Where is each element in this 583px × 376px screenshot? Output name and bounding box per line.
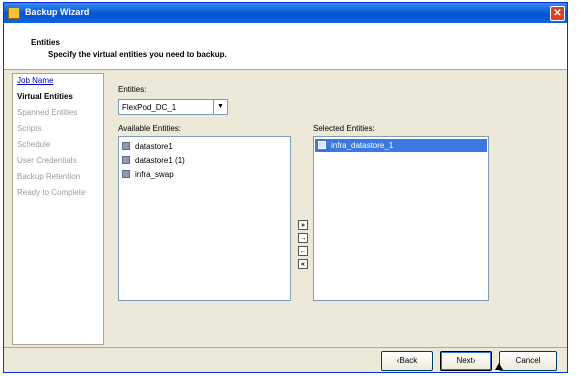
available-entities-list[interactable]: datastore1 datastore1 (1) infra_swap [118,136,291,301]
close-icon: ✕ [553,8,562,19]
double-left-arrow-icon: « [301,261,305,268]
footer-divider [4,347,567,348]
wizard-header: Entities Specify the virtual entities yo… [4,23,567,70]
available-entities-label: Available Entities: [118,124,181,133]
mouse-cursor-icon [495,363,503,370]
nav-step-job-name[interactable]: Job Name [17,76,53,85]
nav-step-scripts: Scripts [17,124,42,133]
nav-step-user-credentials: User Credentials [17,156,77,165]
list-item[interactable]: infra_datastore_1 [315,139,487,152]
list-item[interactable]: infra_swap [122,168,174,181]
double-right-arrow-icon: » [301,222,305,229]
list-item-label: infra_swap [135,170,174,179]
nav-step-spanned-entities: Spanned Entities [17,108,78,117]
list-item[interactable]: datastore1 (1) [122,154,185,167]
list-item-label: datastore1 (1) [135,156,185,165]
list-item-label: infra_datastore_1 [331,141,394,150]
move-left-button[interactable]: ← [298,246,308,256]
cancel-button[interactable]: Cancel [499,351,557,371]
move-all-right-button[interactable]: » [298,220,308,230]
datastore-icon [318,141,326,149]
back-button[interactable]: ‹Back [381,351,433,371]
page-subtitle: Specify the virtual entities you need to… [48,50,227,59]
nav-step-backup-retention: Backup Retention [17,172,81,181]
page-title: Entities [31,38,60,47]
list-item[interactable]: datastore1 [122,140,173,153]
nav-step-ready-to-complete: Ready to Complete [17,188,86,197]
list-item-label: datastore1 [135,142,173,151]
move-all-left-button[interactable]: « [298,259,308,269]
left-arrow-icon: ← [299,248,307,255]
entities-dropdown-value: FlexPod_DC_1 [122,103,177,112]
wizard-steps-nav: Job Name Virtual Entities Spanned Entiti… [12,73,104,345]
backup-wizard-window: Backup Wizard ✕ Entities Specify the vir… [3,2,568,373]
selected-entities-list[interactable]: infra_datastore_1 [313,136,489,301]
entities-dropdown[interactable]: FlexPod_DC_1 ▼ [118,99,228,115]
wizard-app-icon [8,7,20,19]
title-bar: Backup Wizard ✕ [4,3,567,23]
nav-step-virtual-entities: Virtual Entities [17,92,73,101]
move-right-button[interactable]: → [298,233,308,243]
entities-label: Entities: [118,85,147,94]
next-button[interactable]: Next› [440,351,492,371]
datastore-icon [122,156,130,164]
datastore-icon [122,142,130,150]
window-title: Backup Wizard [25,7,90,17]
datastore-icon [122,170,130,178]
nav-step-schedule: Schedule [17,140,51,149]
selected-entities-label: Selected Entities: [313,124,375,133]
chevron-down-icon[interactable]: ▼ [213,100,227,114]
close-button[interactable]: ✕ [550,6,565,21]
right-arrow-icon: → [299,235,307,242]
